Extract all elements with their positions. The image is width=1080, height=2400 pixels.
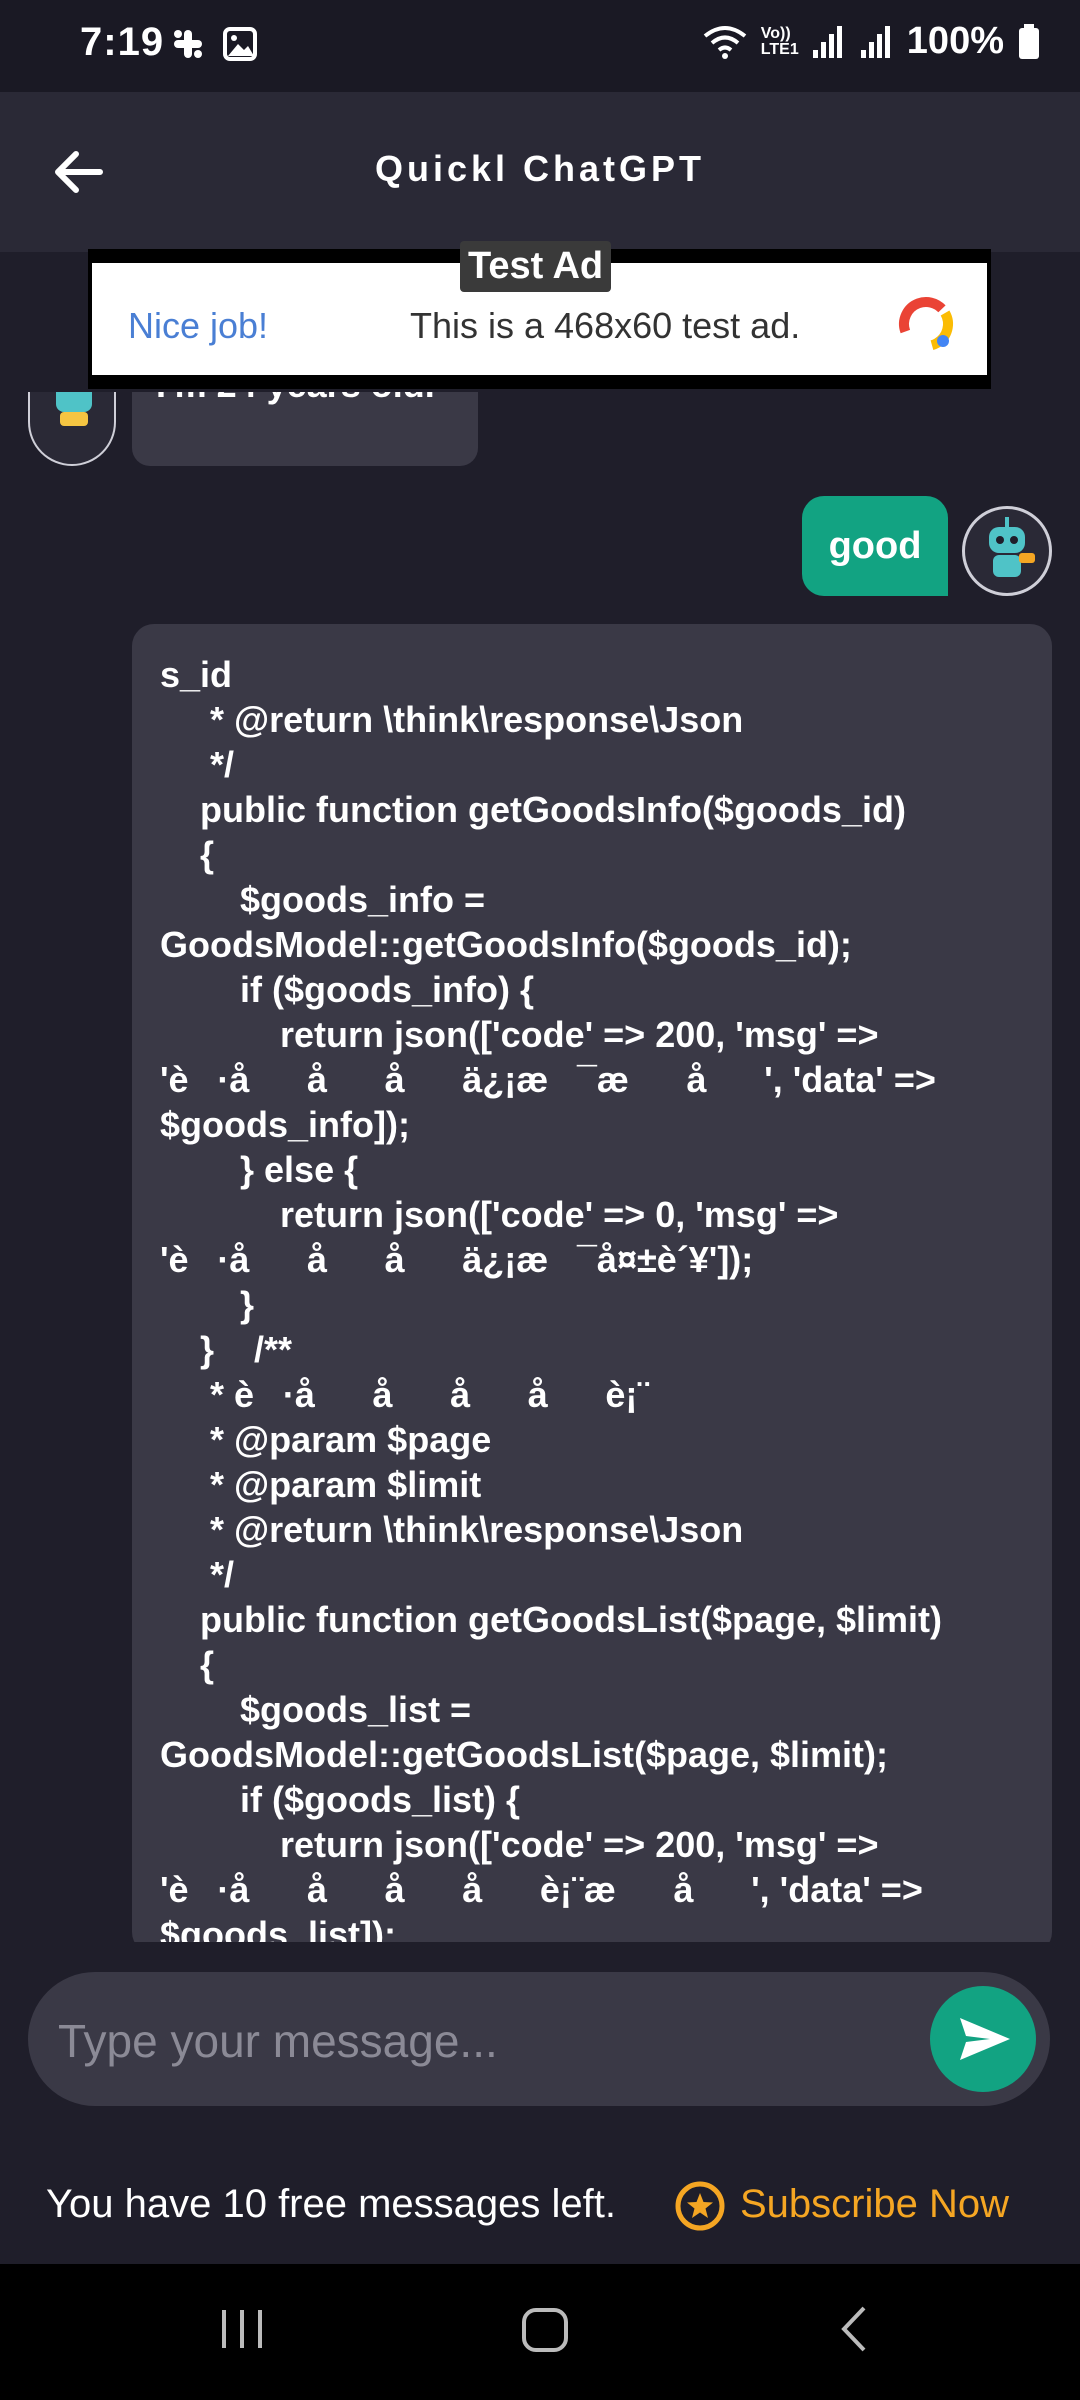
ad-banner[interactable]: Nice job! This is a 468x60 test ad. Test… (88, 241, 991, 389)
status-left-icons (170, 26, 258, 62)
ad-logo-icon (899, 297, 953, 351)
gallery-icon (223, 27, 257, 61)
user-avatar (962, 506, 1052, 596)
battery-icon (1019, 23, 1039, 59)
wifi-icon (703, 25, 747, 59)
recent-apps-icon[interactable] (218, 2304, 268, 2354)
send-icon (960, 2018, 1010, 2060)
robot-icon (56, 392, 92, 426)
free-messages-promo: You have 10 free messages left. Subscrib… (0, 2170, 1080, 2240)
ad-tag: Test Ad (460, 241, 612, 292)
message-input[interactable]: Type your message... (28, 1972, 1050, 2106)
app-header: Quickl ChatGPT (0, 92, 1080, 252)
signal-icon (812, 25, 842, 58)
message-input-placeholder: Type your message... (58, 2015, 498, 2067)
subscribe-now-link[interactable]: Subscribe Now (740, 2182, 1009, 2227)
volte-icon: Vo)) LTE1 (760, 24, 799, 58)
signal-icon (860, 25, 890, 58)
bot-code-text: s_id * @return \think\response\Json */ p… (160, 654, 943, 1942)
star-badge-icon[interactable] (674, 2180, 726, 2232)
ad-text: This is a 468x60 test ad. (410, 305, 801, 346)
send-button[interactable] (930, 1986, 1036, 2092)
status-time: 7:19 (80, 20, 165, 64)
user-message-bubble: good (802, 496, 948, 596)
bot-avatar (28, 392, 116, 466)
status-right-icons: Vo)) LTE1 100% (703, 20, 1040, 63)
page-title: Quickl ChatGPT (374, 148, 706, 189)
nav-back-icon[interactable] (830, 2304, 880, 2354)
ad-headline: Nice job! (128, 305, 269, 346)
slack-icon (174, 30, 202, 58)
battery-percent: 100% (906, 20, 1004, 62)
bot-code-bubble: s_id * @return \think\response\Json */ p… (132, 624, 1052, 1942)
free-messages-text: You have 10 free messages left. (46, 2182, 616, 2226)
system-nav-bar (0, 2264, 1080, 2400)
robot-icon (989, 517, 1035, 577)
home-icon[interactable] (520, 2304, 570, 2354)
bot-message-bubble: I'm 24 years old. (132, 392, 478, 466)
bot-message-text: I'm 24 years old. (156, 392, 435, 406)
chat-area[interactable]: I'm 24 years old. good s_id * @return \t… (0, 392, 1080, 1942)
status-bar: 7:19 Vo)) LTE1 100% (0, 0, 1080, 92)
